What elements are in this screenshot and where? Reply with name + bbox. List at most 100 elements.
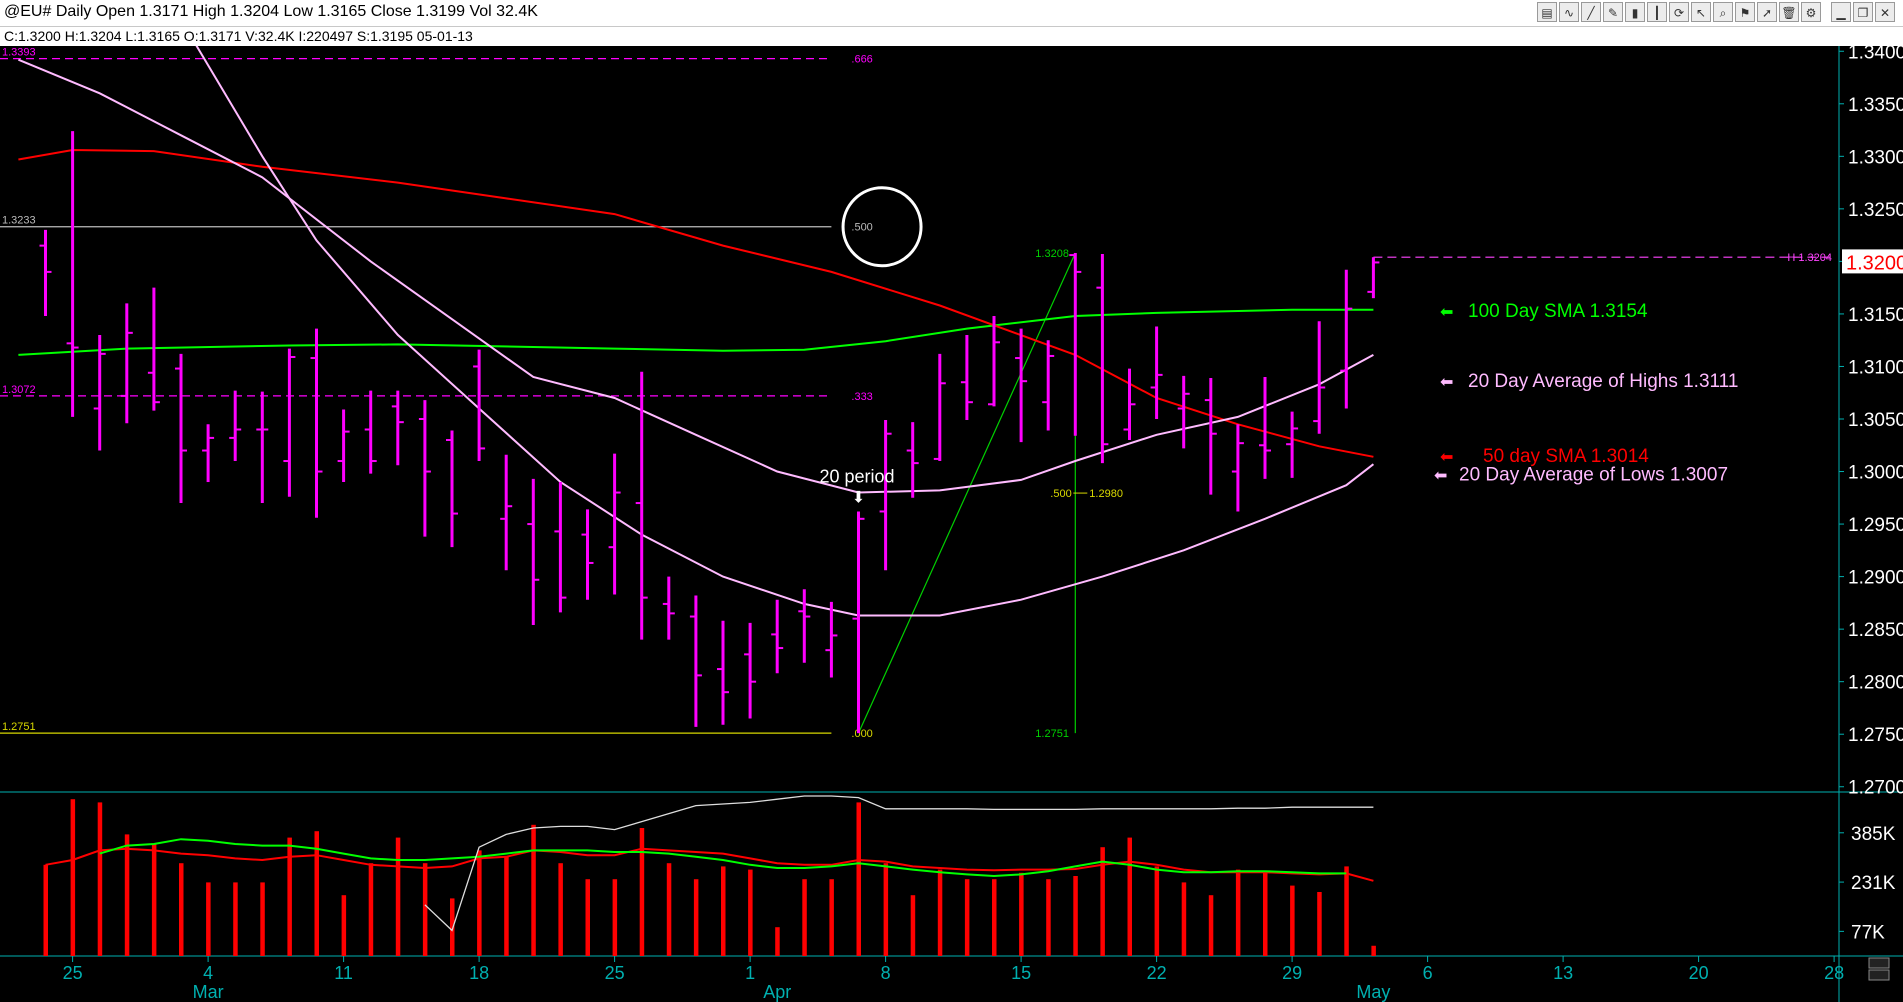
legend-label: 100 Day SMA 1.3154 [1468,301,1648,322]
volume-bar [206,882,211,956]
settings-icon[interactable]: ⚙ [1801,2,1821,22]
fib-high-label: 1.3208 [1035,248,1069,260]
volume-bar [693,879,699,956]
volume-bar [910,895,916,956]
refresh-icon[interactable]: ⟳ [1669,2,1689,22]
volume-bar [1235,869,1241,956]
info-bar: C:1.3200 H:1.3204 L:1.3165 O:1.3171 V:32… [0,27,1903,46]
date-tick-label: 13 [1553,963,1573,983]
volume-bar [1208,895,1214,956]
date-tick-label: 25 [605,963,625,983]
volume-bar [558,863,563,956]
legend-entry: ⬅ 20 Day Average of Highs 1.3111 [1440,371,1738,392]
date-tick-label: 6 [1423,963,1433,983]
bar-chart-icon[interactable]: ▮ [1625,2,1645,22]
volume-bar [585,879,590,956]
fib-level-ratio: .333 [851,391,872,403]
legend-label: 20 Day Average of Highs 1.3111 [1468,371,1738,392]
volume-bar [937,869,943,956]
legend-entry: ⬅ 20 Day Average of Lows 1.3007 [1434,465,1728,486]
fib-level-ratio: .000 [851,728,872,740]
price-tick-label: 1.3150 [1848,305,1903,326]
draw-line-icon[interactable]: ╱ [1581,2,1601,22]
price-axis-ticks: 1.3400 1.3350 1.3300 1.3250 1.3200 1.3150 1.31… [1839,46,1903,799]
volume-bar [1344,866,1349,956]
arrow-icon[interactable]: ➚ [1757,2,1777,22]
date-tick-label: 4 [203,963,213,983]
volume-bar [1046,879,1051,956]
volume-bar [477,850,482,956]
chart-window: @EU# Daily Open 1.3171 High 1.3204 Low 1… [0,0,1903,1002]
scroll-down-icon[interactable] [1868,969,1890,981]
legend-arrow-icon: ⬅ [1440,449,1453,466]
volume-bar [395,837,401,956]
volume-bar [639,828,645,956]
volume-bar [856,802,861,956]
volume-bar [829,879,834,956]
volume-bar [1019,872,1024,956]
date-tick-label: 25 [63,963,83,983]
restore-icon[interactable]: ❐ [1853,2,1873,22]
delete-icon[interactable]: 🗑 [1779,2,1799,22]
date-tick-label: 18 [469,963,489,983]
legend-entry: ⬅ 100 Day SMA 1.3154 [1440,301,1648,322]
candle-icon[interactable]: ┃ [1647,2,1667,22]
price-tick-label: 1.3400 [1848,46,1903,63]
volume-bar [666,863,672,956]
volume-bar [612,879,618,956]
period-label: 20 period [820,466,895,486]
indicator-icon[interactable]: ∿ [1559,2,1579,22]
volume-bar [341,895,347,956]
legend-arrow-icon: ⬅ [1440,374,1453,391]
volume-bar [70,799,76,956]
legend-label: 50 day SMA 1.3014 [1483,446,1649,467]
pencil-icon[interactable]: ✎ [1603,2,1623,22]
date-tick-label: 15 [1011,963,1031,983]
volume-bar [450,898,455,956]
volume-bar [287,837,292,956]
volume-bar [97,802,103,956]
fib-level-ratio: .666 [851,54,872,66]
chart-type-icon[interactable]: ▤ [1537,2,1557,22]
zoom-icon[interactable]: ⌕ [1713,2,1733,22]
price-tick-label: 1.3050 [1848,410,1903,431]
volume-tick-label: 77K [1851,922,1885,943]
toolbar-separator [1823,2,1829,24]
legend-label: 20 Day Average of Lows 1.3007 [1459,465,1728,486]
month-label: May [1356,982,1390,1002]
minimize-icon[interactable]: ▁ [1831,2,1851,22]
date-tick-label: 29 [1282,963,1302,983]
title-bar: @EU# Daily Open 1.3171 High 1.3204 Low 1… [0,0,1903,27]
fib-level-price: 1.3233 [2,215,36,227]
date-tick-label: 1 [745,963,755,983]
cursor-icon[interactable]: ↖ [1691,2,1711,22]
fib-mid-ratio: .500 [1050,488,1071,500]
flag-icon[interactable]: ⚑ [1735,2,1755,22]
price-tick-label: 1.2750 [1848,725,1903,746]
current-price-label: 1.3200 [1846,252,1903,274]
volume-bar [1371,945,1376,956]
volume-bar [531,824,536,956]
legend-arrow-icon: ⬅ [1440,304,1453,321]
price-chart[interactable]: 1.3400 1.3350 1.3300 1.3250 1.3200 1.3150 1.31… [0,46,1903,1002]
fib-level-price: 1.3072 [2,384,36,396]
date-tick-label: 11 [334,963,353,983]
volume-bar [964,879,970,956]
volume-bar [260,882,265,956]
price-tick-label: 1.2700 [1848,778,1903,799]
volume-bar [1263,872,1268,956]
date-tick-label: 8 [881,963,891,983]
quote-info: C:1.3200 H:1.3204 L:1.3165 O:1.3171 V:32… [4,28,473,44]
volume-bar [883,863,889,956]
chart-background [0,46,1903,1002]
volume-bar [1154,866,1160,956]
volume-bar [992,879,997,956]
volume-bar [775,927,780,956]
volume-bar [721,866,726,956]
volume-bar [43,864,48,956]
scroll-up-icon[interactable] [1868,957,1890,969]
close-icon[interactable]: ✕ [1875,2,1895,22]
volume-bar [422,863,428,956]
volume-bar [124,834,130,956]
fib-level-price: 1.3393 [2,47,36,59]
